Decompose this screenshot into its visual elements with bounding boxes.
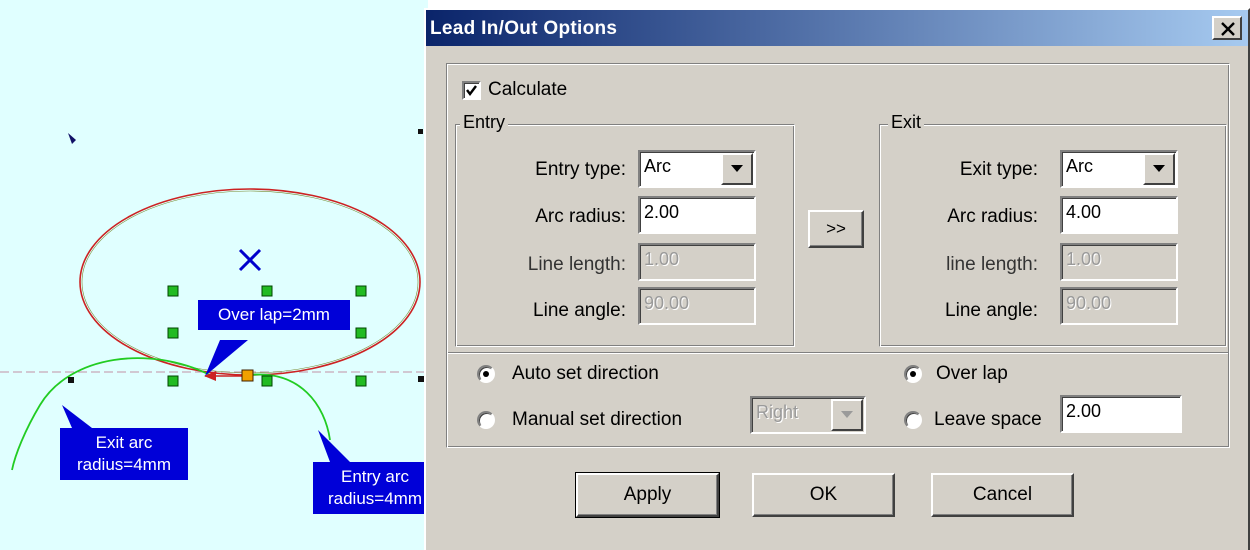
close-button[interactable] [1212,16,1242,40]
apply-button[interactable]: Apply [575,472,720,518]
calculate-label: Calculate [488,79,568,100]
chevron-down-icon [731,165,743,172]
cut-contour [79,188,421,376]
exit-line-angle-input: 90.00 [1060,287,1178,325]
dialog-title-bar[interactable]: Lead In/Out Options [426,10,1248,46]
drawing-canvas[interactable]: Over lap=2mm Exit arc radius=4mm Entry a… [0,0,428,550]
close-x-icon [1221,22,1235,36]
exit-arc-radius-input[interactable]: 4.00 [1060,196,1178,234]
entry-arc-radius-value: 2.00 [644,202,680,222]
auto-set-direction-radio[interactable] [477,365,495,383]
leave-space-value: 2.00 [1066,401,1102,421]
exit-arc-radius-label: Arc radius: [947,206,1038,227]
entry-line-length-input: 1.00 [638,243,756,281]
checkmark-icon [466,85,477,96]
marker-point [68,377,74,383]
leave-space-label: Leave space [934,409,1042,430]
exit-arc-callout: Exit arc radius=4mm [60,428,188,480]
manual-set-direction-label: Manual set direction [512,409,683,430]
exit-line-length-label: line length: [946,254,1038,275]
entry-type-combobox[interactable]: Arc [638,150,756,188]
start-point-handle[interactable] [241,369,254,382]
ok-button[interactable]: OK [752,473,895,517]
chevron-down-icon [1153,165,1165,172]
lead-in-out-dialog: Lead In/Out Options Calculate Entry Entr… [424,8,1250,550]
entry-line-length-label: Line length: [527,254,626,275]
chevron-down-icon [841,411,853,418]
exit-line-length-input: 1.00 [1060,243,1178,281]
center-mark-icon [238,248,262,272]
manual-direction-dropdown-button [831,399,863,431]
entry-line-angle-input: 90.00 [638,287,756,325]
entry-arc-radius-input[interactable]: 2.00 [638,196,756,234]
manual-direction-value: Right [756,402,799,422]
entry-arc-callout: Entry arc radius=4mm [313,462,428,514]
section-divider [448,352,1228,354]
manual-direction-combobox: Right [750,396,866,434]
marker-arrow-icon [68,133,76,144]
calculate-checkbox[interactable] [462,81,481,100]
leave-space-radio[interactable] [904,411,922,429]
entry-callout-pointer [318,430,350,462]
manual-set-direction-radio[interactable] [477,411,495,429]
entry-arc-radius-label: Arc radius: [535,206,626,227]
copy-entry-to-exit-button[interactable]: >> [808,210,864,248]
overlap-callout: Over lap=2mm [198,300,350,330]
exit-type-label: Exit type: [959,159,1038,180]
cut-contour-inner [81,190,419,374]
dialog-title: Lead In/Out Options [430,18,618,39]
exit-type-value: Arc [1066,156,1093,176]
entry-type-label: Entry type: [535,159,626,180]
over-lap-label: Over lap [936,363,1008,384]
entry-line-angle-label: Line angle: [533,300,626,321]
exit-type-dropdown-button[interactable] [1143,153,1175,185]
exit-line-angle-value: 90.00 [1066,293,1112,313]
over-lap-radio[interactable] [904,365,922,383]
marker-point [418,129,423,134]
entry-line-length-value: 1.00 [644,249,680,269]
entry-type-dropdown-button[interactable] [721,153,753,185]
entry-type-value: Arc [644,156,671,176]
leave-space-input[interactable]: 2.00 [1060,395,1182,433]
exit-callout-pointer [62,405,92,428]
exit-line-angle-label: Line angle: [945,300,1038,321]
entry-line-angle-value: 90.00 [644,293,690,313]
auto-set-direction-label: Auto set direction [512,363,659,384]
exit-group-legend: Exit [888,112,925,133]
exit-arc-radius-value: 4.00 [1066,202,1102,222]
exit-line-length-value: 1.00 [1066,249,1102,269]
entry-group-legend: Entry [460,112,509,133]
exit-type-combobox[interactable]: Arc [1060,150,1178,188]
cancel-button[interactable]: Cancel [931,473,1074,517]
